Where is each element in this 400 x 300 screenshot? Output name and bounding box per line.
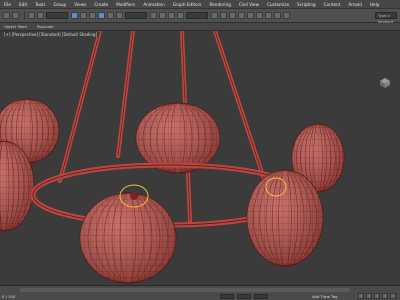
align-icon[interactable] (220, 12, 227, 19)
curve-editor-icon[interactable] (238, 12, 245, 19)
menu-item-file[interactable]: File (4, 2, 11, 7)
front-bowl-bulb (130, 192, 138, 200)
unlink-icon[interactable] (37, 12, 44, 19)
render-icon[interactable] (283, 12, 290, 19)
menu-item-rendering[interactable]: Rendering (210, 2, 231, 7)
percent-snap-icon[interactable] (177, 12, 184, 19)
play-icon[interactable] (374, 293, 380, 299)
menu-item-customize[interactable]: Customize (267, 2, 289, 7)
menu-item-group[interactable]: Group (53, 2, 66, 7)
z-coordinate-field[interactable] (254, 294, 268, 299)
menu-item-help[interactable]: Help (370, 2, 380, 7)
frame-counter: 0 / 100 (2, 294, 16, 299)
time-slider[interactable] (20, 288, 350, 292)
pivot-icon[interactable] (150, 12, 157, 19)
angle-snap-icon[interactable] (168, 12, 175, 19)
previous-frame-icon[interactable] (366, 293, 372, 299)
x-coordinate-field[interactable] (220, 294, 234, 299)
material-editor-icon[interactable] (256, 12, 263, 19)
menu-item-arnold[interactable]: Arnold (348, 2, 362, 7)
menu-bar: File Edit Tools Group Views Create Modifiers An… (0, 0, 400, 9)
search-input[interactable]: Type a keyword or phrase (375, 12, 397, 30)
menu-item-animation[interactable]: Animation (143, 2, 164, 7)
viewcube-icon[interactable] (378, 77, 392, 89)
select-by-name-icon[interactable] (80, 12, 87, 19)
mirror-icon[interactable] (211, 12, 218, 19)
selection-filter-dropdown[interactable] (46, 12, 68, 19)
link-icon[interactable] (28, 12, 35, 19)
snaps-icon[interactable] (159, 12, 166, 19)
undo-icon[interactable] (3, 12, 10, 19)
scale-icon[interactable] (116, 12, 123, 19)
redo-icon[interactable] (12, 12, 19, 19)
menu-item-civil-view[interactable]: Civil View (239, 2, 259, 7)
select-region-icon[interactable] (89, 12, 96, 19)
add-time-tag[interactable]: Add Time Tag (312, 294, 337, 299)
ribbon: Object Paint Populate (0, 23, 400, 31)
move-icon[interactable] (98, 12, 105, 19)
menu-item-create[interactable]: Create (94, 2, 108, 7)
perspective-viewport[interactable] (0, 31, 400, 285)
ribbon-tab-object-paint[interactable]: Object Paint (4, 24, 27, 29)
schematic-icon[interactable] (247, 12, 254, 19)
menu-item-modifiers[interactable]: Modifiers (116, 2, 135, 7)
viewport-label[interactable]: [+] [Perspective] [Standard] [Default Sh… (2, 32, 100, 37)
status-bar: 0 / 100 Add Time Tag (0, 285, 400, 300)
menu-item-content[interactable]: Content (324, 2, 341, 7)
render-setup-icon[interactable] (265, 12, 272, 19)
menu-item-graph-editors[interactable]: Graph Editors (173, 2, 202, 7)
layer-icon[interactable] (229, 12, 236, 19)
go-to-start-icon[interactable] (358, 293, 364, 299)
right-front-bowl-shading (247, 170, 323, 266)
go-to-end-icon[interactable] (390, 293, 396, 299)
reference-coordinate-dropdown[interactable] (125, 12, 147, 19)
lamp-model[interactable] (0, 31, 400, 285)
coordinate-fields (220, 294, 268, 299)
toolbar-separator (24, 11, 25, 20)
rotate-icon[interactable] (107, 12, 114, 19)
next-frame-icon[interactable] (382, 293, 388, 299)
y-coordinate-field[interactable] (237, 294, 251, 299)
select-object-icon[interactable] (71, 12, 78, 19)
menu-item-tools[interactable]: Tools (35, 2, 45, 7)
3ds-max-window: File Edit Tools Group Views Create Modifiers An… (0, 0, 400, 300)
named-selection-dropdown[interactable] (186, 12, 208, 19)
render-frame-icon[interactable] (274, 12, 281, 19)
menu-item-views[interactable]: Views (74, 2, 86, 7)
main-toolbar: Type a keyword or phrase (0, 9, 400, 30)
menu-item-edit[interactable]: Edit (19, 2, 27, 7)
ribbon-tab-populate[interactable]: Populate (37, 24, 54, 29)
back-globe-shading (136, 103, 220, 173)
menu-item-scripting[interactable]: Scripting (297, 2, 316, 7)
